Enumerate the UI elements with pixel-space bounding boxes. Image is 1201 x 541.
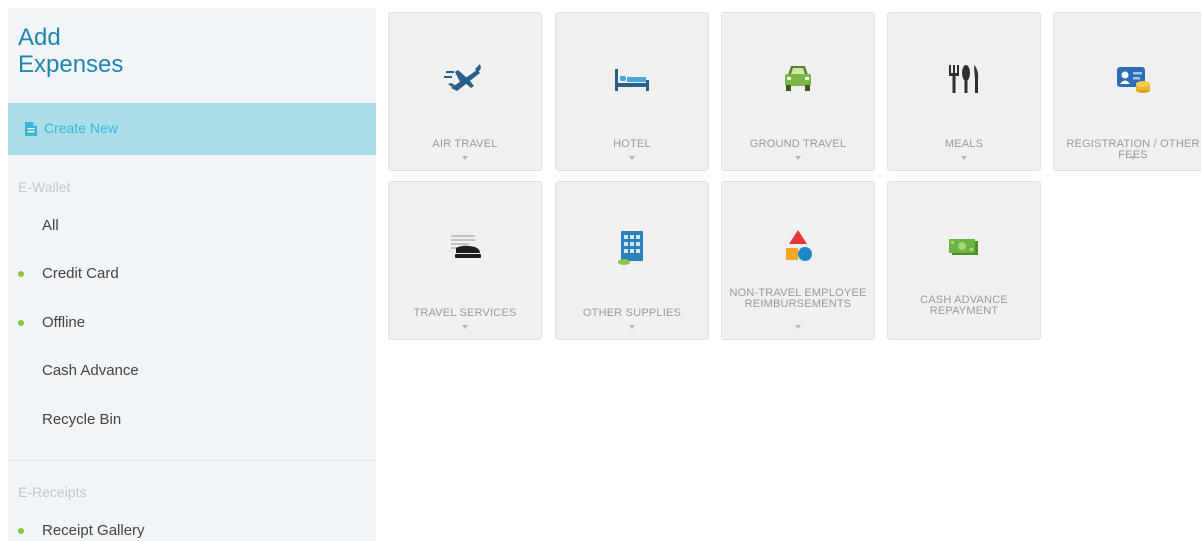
- chevron-down-icon: [462, 325, 468, 329]
- building-icon: [610, 227, 654, 267]
- chevron-down-icon: [462, 156, 468, 160]
- create-new-label: Create New: [44, 120, 118, 136]
- ewallet-heading: E-Wallet: [18, 179, 71, 195]
- chevron-down-icon: [961, 156, 967, 160]
- chevron-down-icon: [629, 325, 635, 329]
- tile-non-travel-employee-reimbursements[interactable]: NON-TRAVEL EMPLOYEE REIMBURSEMENTS: [721, 181, 875, 340]
- create-new-button[interactable]: Create New: [8, 103, 376, 155]
- nav-item-offline[interactable]: Offline: [8, 305, 376, 341]
- page-title-line1: Add: [18, 24, 61, 51]
- nav-item-cash-advance[interactable]: Cash Advance: [8, 353, 376, 389]
- stapler-icon: [443, 227, 487, 267]
- status-dot: [18, 320, 24, 326]
- nav-item-label: Offline: [42, 314, 86, 331]
- status-dot: [18, 528, 24, 534]
- tile-cash-advance-repayment[interactable]: CASH ADVANCE REPAYMENT: [887, 181, 1041, 340]
- nav-item-label: Recycle Bin: [42, 411, 122, 428]
- bed-icon: [610, 58, 654, 98]
- chevron-down-icon: [1130, 156, 1136, 160]
- tile-label: OTHER SUPPLIES: [582, 308, 682, 319]
- airplane-icon: [443, 58, 487, 98]
- nav-item-label: All: [42, 217, 59, 234]
- nav-item-label: Credit Card: [42, 265, 119, 282]
- page-title-line2: Expenses: [18, 51, 124, 78]
- nav-item-label: Cash Advance: [42, 362, 139, 379]
- document-icon: [25, 122, 37, 136]
- nav-item-label: Receipt Gallery: [42, 522, 145, 539]
- car-icon: [776, 58, 820, 98]
- tile-label: CASH ADVANCE REPAYMENT: [920, 295, 1008, 317]
- tile-label: NON-TRAVEL EMPLOYEE REIMBURSEMENTS: [729, 288, 867, 310]
- page-title: Add Expenses: [18, 24, 123, 78]
- chevron-down-icon: [629, 156, 635, 160]
- nav-item-recycle-bin[interactable]: Recycle Bin: [8, 402, 376, 438]
- nav-item-credit-card[interactable]: Credit Card: [8, 256, 376, 292]
- tile-label: TRAVEL SERVICES: [413, 308, 517, 319]
- tile-label: MEALS: [944, 139, 984, 150]
- shapes-icon: [776, 227, 820, 267]
- tile-label: HOTEL: [613, 139, 651, 150]
- sidebar: Add Expenses Create New E-Wallet All Cre…: [8, 8, 376, 541]
- id-card-coins-icon: [1111, 58, 1155, 98]
- chevron-down-icon: [795, 325, 801, 329]
- utensils-icon: [942, 58, 986, 98]
- tile-label: GROUND TRAVEL: [749, 139, 847, 150]
- ereceipts-heading: E-Receipts: [18, 484, 87, 500]
- tile-meals[interactable]: MEALS: [887, 12, 1041, 171]
- sidebar-divider: [8, 460, 376, 461]
- nav-item-receipt-gallery[interactable]: Receipt Gallery: [8, 513, 376, 541]
- tile-registration-other-fees[interactable]: REGISTRATION / OTHER FEES: [1053, 12, 1201, 171]
- tile-travel-services[interactable]: TRAVEL SERVICES: [388, 181, 542, 340]
- status-dot: [18, 271, 24, 277]
- tile-ground-travel[interactable]: GROUND TRAVEL: [721, 12, 875, 171]
- chevron-down-icon: [795, 156, 801, 160]
- cash-icon: [942, 227, 986, 267]
- tile-other-supplies[interactable]: OTHER SUPPLIES: [555, 181, 709, 340]
- tile-air-travel[interactable]: AIR TRAVEL: [388, 12, 542, 171]
- tile-label: AIR TRAVEL: [432, 139, 498, 150]
- tile-hotel[interactable]: HOTEL: [555, 12, 709, 171]
- nav-item-all[interactable]: All: [8, 208, 376, 244]
